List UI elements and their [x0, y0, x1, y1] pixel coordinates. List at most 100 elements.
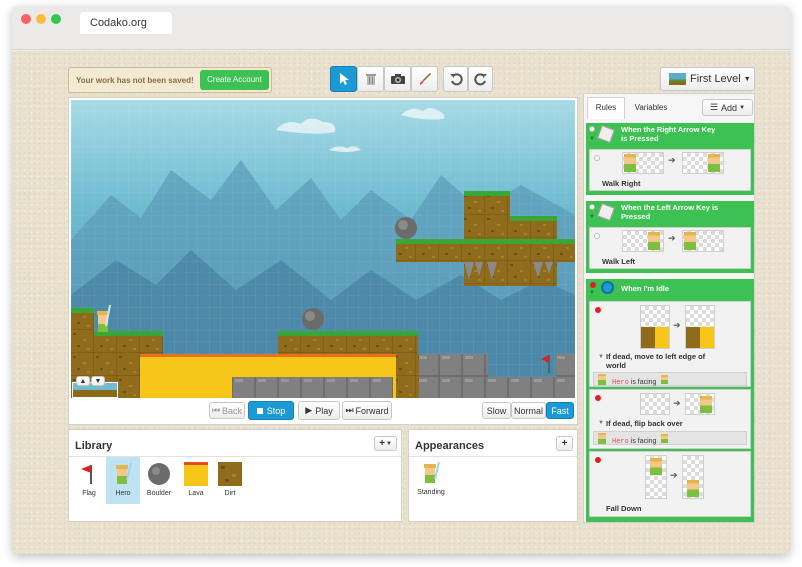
- speed-normal-button[interactable]: Normal: [511, 402, 546, 419]
- arrow-right-icon: ➔: [670, 470, 678, 480]
- unsaved-message: Your work has not been saved!: [76, 76, 194, 85]
- chevron-down-icon: ▼: [739, 104, 746, 111]
- library-item-lava[interactable]: Lava: [179, 462, 213, 497]
- create-account-button[interactable]: Create Account: [200, 70, 269, 90]
- hero-standing-icon: [424, 461, 440, 483]
- maximize-window-button[interactable]: [51, 14, 61, 24]
- condition-variable: Hero: [612, 379, 629, 387]
- tab-rules-label: Rules: [595, 103, 617, 112]
- dirt-tile: [641, 327, 655, 348]
- stop-button[interactable]: Stop: [248, 401, 294, 420]
- library-item-hero[interactable]: Hero: [106, 457, 140, 504]
- tab-variables[interactable]: Variables: [628, 97, 674, 119]
- library-item-flag[interactable]: Flag: [72, 462, 106, 497]
- rule-group-idle[interactable]: ▼ When I'm Idle ➔ ▼ If dead, move to lef…: [586, 279, 754, 522]
- dirt-block[interactable]: [396, 354, 419, 398]
- back-button[interactable]: ⏮ Back: [209, 402, 245, 419]
- appearances-title: Appearances: [415, 440, 485, 452]
- minimap-up-button[interactable]: ▲: [76, 376, 90, 386]
- rule-card-fall-down[interactable]: ➔ Fall Down: [589, 451, 751, 517]
- rule-card-walk-left[interactable]: ➔ Walk Left: [589, 227, 751, 269]
- browser-tab[interactable]: Codako.org: [80, 12, 172, 34]
- appearances-panel: Appearances + Standing: [408, 429, 578, 522]
- library-item-dirt[interactable]: Dirt: [213, 462, 247, 497]
- minimize-window-button[interactable]: [36, 14, 46, 24]
- lava-tile: [700, 327, 714, 348]
- rule-name: If dead, move to left edge of world: [606, 352, 706, 370]
- paint-tool-button[interactable]: [411, 66, 438, 92]
- keyboard-icon: [597, 125, 615, 143]
- collapse-triangle-icon[interactable]: ▼: [589, 214, 595, 220]
- rule-card-move-left-edge[interactable]: ➔ ▼ If dead, move to left edge of world …: [589, 301, 751, 387]
- rule-toggle[interactable]: [594, 155, 600, 161]
- rule-card-walk-right[interactable]: ➔ Walk Right: [589, 149, 751, 191]
- rule-name: Walk Left: [602, 257, 636, 266]
- rule-toggle[interactable]: [595, 307, 601, 313]
- add-rule-button[interactable]: ☰ Add ▼: [702, 99, 753, 116]
- collapse-triangle-icon[interactable]: ▼: [598, 354, 604, 360]
- stone-blocks[interactable]: [232, 377, 393, 398]
- tab-variables-label: Variables: [634, 103, 668, 112]
- rule-group-title: When the Right Arrow Key is Pressed: [621, 125, 716, 143]
- rule-group-header: ▼ When the Right Arrow Key is Pressed: [586, 123, 754, 149]
- stage-panel: ▲ ▼ ⏮ Back Stop ▶ Play ⏭ Forward Slow Norma…: [68, 97, 578, 425]
- game-stage[interactable]: ▲ ▼: [71, 100, 575, 398]
- speed-slow-button[interactable]: Slow: [482, 402, 511, 419]
- rule-name: Walk Right: [602, 179, 641, 188]
- rule-group-toggle[interactable]: [590, 282, 596, 288]
- camera-icon: [390, 74, 405, 84]
- rule-group-right-arrow[interactable]: ▼ When the Right Arrow Key is Pressed ➔ …: [586, 123, 754, 195]
- trash-tool-button[interactable]: [357, 66, 384, 92]
- pointer-tool-button[interactable]: [330, 66, 357, 92]
- minimap-down-button[interactable]: ▼: [91, 376, 105, 386]
- flag-icon: [81, 465, 92, 484]
- rule-toggle[interactable]: [594, 233, 600, 239]
- hero-icon: [687, 480, 699, 497]
- level-selector[interactable]: First Level ▼: [660, 67, 755, 91]
- undo-button[interactable]: [443, 66, 468, 92]
- back-label: Back: [222, 405, 243, 416]
- undo-icon: [449, 73, 463, 86]
- camera-tool-button[interactable]: [384, 66, 411, 92]
- collapse-triangle-icon[interactable]: ▼: [589, 136, 595, 142]
- rule-group-toggle[interactable]: [589, 204, 595, 210]
- close-window-button[interactable]: [21, 14, 31, 24]
- hero-icon: [624, 154, 636, 172]
- hero-icon: [598, 433, 606, 444]
- condition-text: is facing: [630, 379, 657, 386]
- redo-icon: [473, 73, 487, 86]
- rule-condition[interactable]: Hero is facing: [593, 372, 747, 387]
- rule-name: Fall Down: [606, 504, 642, 513]
- forward-button[interactable]: ⏭ Forward: [342, 401, 392, 420]
- rule-card-flip-back[interactable]: ➔ ▼ If dead, flip back over Hero is faci…: [589, 389, 751, 449]
- hero-icon: [116, 462, 132, 484]
- rule-group-title: When I'm Idle: [621, 284, 670, 293]
- stone-blocks[interactable]: [556, 354, 575, 377]
- stone-blocks[interactable]: [419, 354, 488, 398]
- play-button[interactable]: ▶ Play: [298, 401, 340, 420]
- library-add-button[interactable]: + ▼: [374, 436, 397, 451]
- arrow-right-icon: ➔: [673, 398, 681, 408]
- rule-toggle[interactable]: [595, 395, 601, 401]
- rule-group-left-arrow[interactable]: ▼ When the Left Arrow Key is Pressed ➔ W…: [586, 201, 754, 273]
- rule-group-toggle[interactable]: [589, 126, 595, 132]
- play-label: Play: [315, 405, 333, 416]
- speed-normal-label: Normal: [513, 405, 543, 416]
- trash-icon: [365, 74, 376, 85]
- hero-icon: [661, 434, 669, 443]
- appearances-add-button[interactable]: +: [556, 436, 573, 451]
- library-item-boulder[interactable]: Boulder: [142, 462, 176, 497]
- collapse-triangle-icon[interactable]: ▼: [589, 290, 595, 296]
- rule-condition[interactable]: Hero is facing: [593, 431, 747, 446]
- rule-toggle[interactable]: [595, 457, 601, 463]
- redo-button[interactable]: [468, 66, 493, 92]
- step-forward-icon: ⏭: [345, 405, 354, 415]
- dirt-icon: [218, 462, 242, 486]
- tab-rules[interactable]: Rules: [587, 97, 625, 119]
- appearance-item-standing[interactable]: Standing: [413, 461, 449, 496]
- stone-blocks[interactable]: [488, 377, 575, 398]
- idle-icon: [601, 281, 614, 294]
- level-thumbnail: [669, 73, 686, 85]
- collapse-triangle-icon[interactable]: ▼: [598, 420, 604, 426]
- speed-fast-button[interactable]: Fast: [546, 402, 574, 419]
